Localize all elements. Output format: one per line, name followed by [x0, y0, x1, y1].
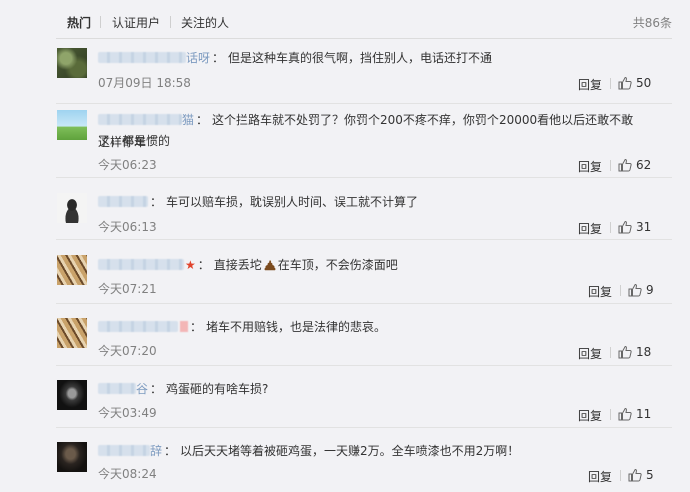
comment-actions: 回复 11: [552, 407, 662, 423]
comment-actions: 回复 9: [562, 283, 662, 299]
user-avatar[interactable]: [57, 110, 87, 140]
like-count: 50: [636, 76, 652, 90]
thumbs-up-icon: [618, 345, 632, 359]
reply-button[interactable]: 回复: [578, 345, 602, 362]
comment-item: ★：直接丢坨 在车顶，不会伤漆面吧 今天07:21 回复 9: [0, 240, 690, 304]
comment-text: 但是这种车真的很气啊，挡住别人，电话还打不通: [228, 51, 493, 65]
username[interactable]: 话呀: [98, 51, 210, 65]
like-count: 31: [636, 220, 652, 234]
comment-text: 直接丢坨: [213, 258, 262, 272]
comment-item: 话呀：但是这种车真的很气啊，挡住别人，电话还打不通 07月09日 18:58 回…: [0, 44, 690, 104]
avatar-image: [57, 380, 87, 410]
thumbs-up-icon: [618, 158, 632, 172]
tab-following[interactable]: 关注的人: [181, 14, 229, 31]
comment-time: 今天07:20: [98, 344, 157, 358]
like-count: 62: [636, 158, 652, 172]
reply-button[interactable]: 回复: [578, 76, 602, 93]
poop-emoji-icon: [264, 256, 276, 271]
avatar-image: [57, 255, 87, 285]
comment-item: 猫：这个拦路车就不处罚了？你罚个200不疼不痒，你罚个20000看他以后还敢不敢…: [0, 104, 690, 178]
avatar-image: [57, 442, 87, 472]
tab-verified-users[interactable]: 认证用户: [112, 14, 160, 31]
comment-item: ：车可以赔车损，耽误别人时间、误工就不计算了 今天06:13 回复 31: [0, 178, 690, 240]
comment-item: ：堵车不用赔钱，也是法律的悲哀。 今天07:20 回复 18: [0, 304, 690, 366]
thumbs-up-icon: [618, 220, 632, 234]
comment-actions: 回复 50: [552, 76, 662, 92]
thumbs-up-icon: [628, 468, 642, 482]
tab-hot[interactable]: 热门: [67, 14, 91, 31]
comment-actions: 回复 5: [562, 468, 662, 484]
like-count: 11: [636, 407, 652, 421]
like-button[interactable]: 31: [618, 220, 662, 236]
comment-text-line: 话呀：但是这种车真的很气啊，挡住别人，电话还打不通: [98, 47, 640, 69]
like-count: 5: [646, 468, 654, 482]
username[interactable]: [98, 320, 188, 334]
comment-item: 谷：鸡蛋砸的有啥车损? 今天03:49 回复 11: [0, 366, 690, 428]
thumbs-up-icon: [628, 283, 642, 297]
comment-text-line: 谷：鸡蛋砸的有啥车损?: [98, 378, 640, 400]
comment-text: 车可以赔车损，耽误别人时间、误工就不计算了: [166, 195, 419, 209]
username[interactable]: 猫: [98, 113, 194, 127]
username[interactable]: 谷: [98, 382, 148, 396]
comment-text-line: ：堵车不用赔钱，也是法律的悲哀。: [98, 316, 640, 338]
comment-time: 今天07:21: [98, 282, 157, 296]
user-avatar[interactable]: [57, 255, 87, 285]
like-button[interactable]: 18: [618, 345, 662, 361]
like-count: 18: [636, 345, 652, 359]
reply-button[interactable]: 回复: [578, 407, 602, 424]
user-avatar[interactable]: [57, 193, 87, 223]
comment-text-line: 辞：以后天天堵等着被砸鸡蛋，一天赚2万。全车喷漆也不用2万啊！: [98, 440, 640, 462]
comment-actions: 回复 18: [552, 345, 662, 361]
avatar-image: [57, 110, 87, 140]
like-button[interactable]: 5: [628, 468, 662, 484]
comment-text-line: ★：直接丢坨 在车顶，不会伤漆面吧: [98, 254, 640, 276]
user-avatar[interactable]: [57, 48, 87, 78]
like-button[interactable]: 11: [618, 407, 662, 423]
avatar-image: [57, 318, 87, 348]
comment-actions: 回复 31: [552, 220, 662, 236]
comment-time: 今天06:13: [98, 220, 157, 234]
like-button[interactable]: 9: [628, 283, 662, 299]
comment-time: 今天06:23: [98, 158, 157, 172]
username[interactable]: ★: [98, 258, 196, 272]
comment-text: 鸡蛋砸的有啥车损?: [166, 382, 269, 396]
thumbs-up-icon: [618, 76, 632, 90]
username[interactable]: 辞: [98, 444, 162, 458]
comment-time: 今天03:49: [98, 406, 157, 420]
comment-text-line: 了，都是惯的: [98, 130, 640, 152]
thumbs-up-icon: [618, 407, 632, 421]
reply-button[interactable]: 回复: [588, 283, 612, 300]
like-button[interactable]: 50: [618, 76, 662, 92]
user-avatar[interactable]: [57, 380, 87, 410]
avatar-image: [57, 193, 87, 223]
comment-text-continued: 了，都是惯的: [98, 134, 171, 148]
user-avatar[interactable]: [57, 318, 87, 348]
comment-text: 在车顶，不会伤漆面吧: [277, 258, 398, 272]
comment-actions: 回复 62: [552, 158, 662, 174]
comment-time: 今天08:24: [98, 467, 157, 481]
comment-time: 07月09日 18:58: [98, 76, 191, 90]
username[interactable]: [98, 195, 148, 209]
tabs-divider: [56, 38, 672, 39]
comment-item: 辞：以后天天堵等着被砸鸡蛋，一天赚2万。全车喷漆也不用2万啊！ 今天08:24 …: [0, 428, 690, 492]
comment-text: 堵车不用赔钱，也是法律的悲哀。: [206, 320, 387, 334]
reply-button[interactable]: 回复: [578, 158, 602, 175]
comment-text: 以后天天堵等着被砸鸡蛋，一天赚2万。全车喷漆也不用2万啊！: [180, 444, 520, 458]
star-badge-icon: ★: [185, 258, 196, 272]
like-count: 9: [646, 283, 654, 297]
reply-button[interactable]: 回复: [588, 468, 612, 485]
tab-divider: [100, 16, 101, 28]
tab-divider: [170, 16, 171, 28]
user-avatar[interactable]: [57, 442, 87, 472]
avatar-image: [57, 48, 87, 78]
comment-text-line: ：车可以赔车损，耽误别人时间、误工就不计算了: [98, 191, 640, 213]
comment-total-count: 共86条: [632, 16, 672, 30]
comment-tabs: 热门 认证用户 关注的人 共86条: [0, 0, 690, 44]
like-button[interactable]: 62: [618, 158, 662, 174]
reply-button[interactable]: 回复: [578, 220, 602, 237]
